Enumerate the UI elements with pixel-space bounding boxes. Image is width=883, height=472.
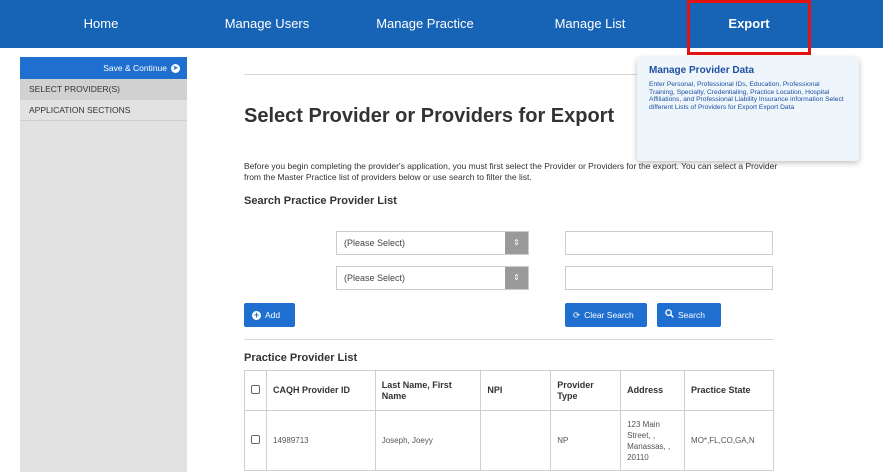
cell-caqh-id: 14989713 [266,410,376,471]
cell-npi [480,410,552,471]
add-label: Add [265,310,281,320]
dropdown-menu-description[interactable]: Enter Personal, Professional IDs, Educat… [649,81,847,112]
provider-table: CAQH Provider ID Last Name, First Name N… [244,370,774,471]
nav-manage-practice[interactable]: Manage Practice [360,0,490,48]
search-field-select-2[interactable]: (Please Select) ⇕ [336,266,529,290]
select-1-value: (Please Select) [344,238,406,248]
updown-caret-icon: ⇕ [505,232,528,254]
nav-manage-list[interactable]: Manage List [530,0,650,48]
save-continue-label: Save & Continue [103,63,167,73]
search-section-title: Search Practice Provider List [244,195,397,207]
table-row[interactable]: 14989713 Joseph, Joeyy NP 123 Main Stree… [244,410,774,471]
cell-practice-state: MO*,FL,CO,GA,N [684,410,774,471]
search-label: Search [678,310,705,320]
table-header-row: CAQH Provider ID Last Name, First Name N… [244,370,774,411]
add-button[interactable]: + Add [244,303,295,327]
cell-address: 123 Main Street, , Manassas, , 20110 [620,410,686,471]
search-button[interactable]: Search [657,303,721,327]
top-nav-bar: Home Manage Users Manage Practice Manage… [0,0,883,48]
cell-name: Joseph, Joeyy [374,410,482,471]
row-select-cell [244,410,267,471]
refresh-icon: ⟳ [573,310,581,320]
column-header-name[interactable]: Last Name, First Name [374,370,482,411]
page-title: Select Provider or Providers for Export [244,105,615,127]
select-all-checkbox[interactable] [251,384,260,394]
cell-provider-type: NP [550,410,622,471]
clear-search-label: Clear Search [584,310,634,320]
search-field-select-1[interactable]: (Please Select) ⇕ [336,231,529,255]
column-header-npi[interactable]: NPI [480,370,552,411]
updown-caret-icon: ⇕ [505,267,528,289]
row-checkbox[interactable] [251,434,260,444]
sidebar-item-application-sections[interactable]: APPLICATION SECTIONS [20,100,187,121]
column-header-practice-state[interactable]: Practice State [684,370,774,411]
dropdown-menu-title[interactable]: Manage Provider Data [649,65,847,76]
column-header-caqh-id[interactable]: CAQH Provider ID [266,370,376,411]
column-header-address[interactable]: Address [620,370,686,411]
column-header-provider-type[interactable]: Provider Type [550,370,622,411]
export-dropdown-menu: Manage Provider Data Enter Personal, Pro… [637,57,859,161]
magnifier-icon [665,303,674,327]
sidebar: Save & Continue ➤ SELECT PROVIDER(S) APP… [20,57,187,472]
select-all-cell [244,370,267,411]
provider-list-title: Practice Provider List [244,352,358,364]
divider [244,339,774,340]
sidebar-item-select-providers[interactable]: SELECT PROVIDER(S) [20,79,187,100]
search-input-2[interactable] [565,266,773,290]
save-continue-button[interactable]: Save & Continue ➤ [20,57,187,79]
nav-export[interactable]: Export [687,0,811,48]
nav-home[interactable]: Home [46,0,156,48]
intro-text: Before you begin completing the provider… [244,161,778,182]
clear-search-button[interactable]: ⟳ Clear Search [565,303,647,327]
nav-manage-users[interactable]: Manage Users [212,0,322,48]
select-2-value: (Please Select) [344,273,406,283]
plus-circle-icon: + [252,309,261,320]
arrow-right-circle-icon: ➤ [171,63,180,73]
search-input-1[interactable] [565,231,773,255]
